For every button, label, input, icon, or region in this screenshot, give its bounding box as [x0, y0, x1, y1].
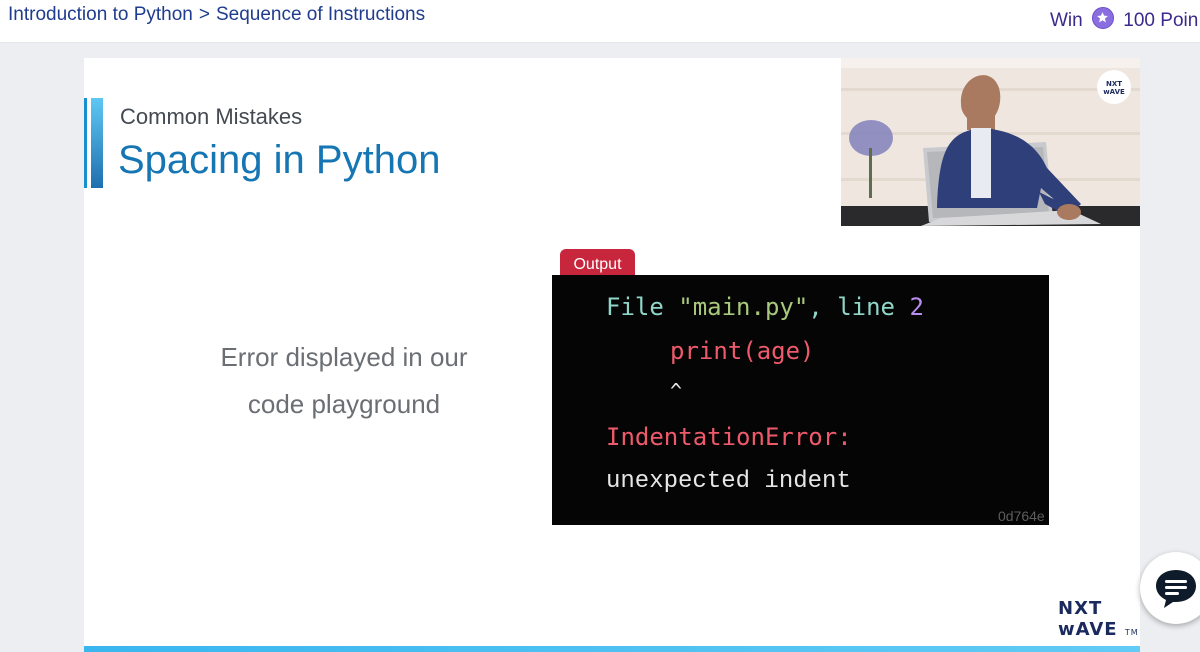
star-coin-icon	[1092, 7, 1115, 29]
output-terminal: File "main.py", line 2 print(age) ^ Inde…	[552, 275, 1049, 525]
title-accent-gradient	[91, 98, 103, 188]
terminal-line-word: , line	[808, 293, 910, 321]
breadcrumb-topic[interactable]: Sequence of Instructions	[216, 4, 425, 25]
top-bar: Introduction to Python > Sequence of Instr…	[0, 0, 1200, 43]
logo-line-2-text: wAVE	[1058, 619, 1118, 640]
instructor-video[interactable]: NXT wAVE	[841, 58, 1140, 226]
description-line-1: Error displayed in our	[220, 342, 468, 372]
slide-progress-bar	[84, 646, 1140, 652]
terminal-line-4: IndentationError:	[606, 423, 852, 451]
reward-points-value: 100 Poin	[1123, 10, 1199, 31]
video-logo-line-1: NXT	[1105, 80, 1123, 88]
terminal-file-name: "main.py"	[678, 293, 809, 321]
instructor-video-frame	[841, 58, 1140, 226]
logo-line-1: NXT	[1058, 598, 1103, 619]
nxtwave-logo: NXT wAVE TM	[1058, 598, 1139, 643]
breadcrumb-separator: >	[198, 4, 210, 25]
watermark-code: 0d764e	[998, 508, 1045, 524]
reward-prefix: Win	[1050, 10, 1083, 31]
slide-title: Spacing in Python	[118, 138, 441, 182]
video-logo: NXT wAVE	[1097, 70, 1131, 104]
breadcrumb-course-link[interactable]: Introduction to Python	[8, 4, 193, 25]
slide-subtitle: Common Mistakes	[120, 104, 303, 129]
terminal-line-3: ^	[670, 379, 683, 403]
terminal-file-word: File	[606, 293, 679, 321]
video-logo-line-2: wAVE	[1103, 88, 1125, 96]
terminal-line-1: File "main.py", line 2	[606, 293, 924, 321]
slide-description: Error displayed in our code playground	[174, 334, 514, 428]
title-accent-bar	[84, 98, 87, 188]
lesson-slide: Common Mistakes Spacing in Python Error …	[84, 58, 1140, 652]
logo-line-2: wAVE TM	[1058, 619, 1139, 643]
chat-button[interactable]	[1140, 552, 1200, 624]
breadcrumb: Introduction to Python > Sequence of Instr…	[8, 4, 425, 26]
chat-bubble-icon	[1156, 570, 1196, 608]
logo-trademark: TM	[1124, 628, 1139, 637]
terminal-line-5: unexpected indent	[606, 468, 851, 495]
terminal-line-number: 2	[909, 293, 924, 321]
terminal-line-2: print(age)	[670, 337, 815, 365]
description-line-2: code playground	[247, 389, 441, 419]
reward-points[interactable]: Win 100 Poin	[1050, 7, 1198, 32]
